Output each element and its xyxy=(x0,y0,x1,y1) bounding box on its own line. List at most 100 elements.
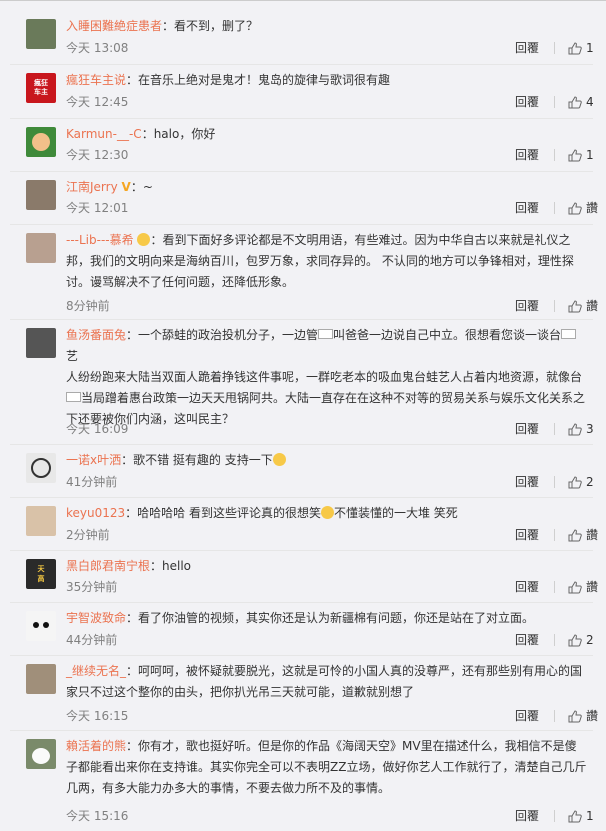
divider xyxy=(554,42,555,54)
like-button[interactable]: 1 xyxy=(568,808,594,824)
like-button[interactable]: 1 xyxy=(568,147,594,163)
smile-emoji-icon xyxy=(320,506,334,519)
car-owner-logo-icon[interactable]: 瘋狂 车主 xyxy=(26,73,56,103)
comment-item: keyu0123：哈哈哈哈 看到这些评论真的很想笑 不懂装懂的一大堆 笑死 2分钟… xyxy=(10,497,598,551)
reply-button[interactable]: 回覆 xyxy=(515,579,539,595)
username-link[interactable]: _继续无名_ xyxy=(66,664,126,678)
like-count: 讚 xyxy=(586,299,599,313)
reply-button[interactable]: 回覆 xyxy=(515,474,539,490)
thumbs-up-icon xyxy=(568,422,582,435)
username-link[interactable]: 入睡困難絶症患者 xyxy=(66,19,162,33)
emoji-icon xyxy=(137,233,151,246)
comment-time: 2分钟前 xyxy=(66,528,110,542)
like-button[interactable]: 讚 xyxy=(568,200,598,216)
comment-time: 8分钟前 xyxy=(66,299,110,313)
like-count: 4 xyxy=(586,95,594,109)
comment-time: 35分钟前 xyxy=(66,580,118,594)
person-photo-icon[interactable] xyxy=(26,328,56,358)
divider xyxy=(554,634,555,646)
thumbs-up-icon xyxy=(568,201,582,214)
reply-button[interactable]: 回覆 xyxy=(515,40,539,56)
reply-button[interactable]: 回覆 xyxy=(515,94,539,110)
reply-button[interactable]: 回覆 xyxy=(515,298,539,314)
comment-body-line: 讨。谩骂解决不了任何问题，还降低形象。 xyxy=(66,275,295,289)
like-button[interactable]: 3 xyxy=(568,421,594,437)
comment-body-line: ：你有才，歌也挺好听。但是你的作品《海阔天空》MV里在描述什么，我相信不是傻 xyxy=(126,739,577,753)
comment-item: Karmun-__-C：halo，你好 今天 12:30 回覆 1 xyxy=(10,118,594,172)
comment-body-line: 家只不过这个整你的由头，把你扒光吊三天就可能，道歉就别想了 xyxy=(66,685,415,699)
like-count: 2 xyxy=(586,633,594,647)
divider xyxy=(554,810,555,822)
thumbs-up-icon xyxy=(568,709,582,722)
comment-time: 今天 12:01 xyxy=(66,201,129,215)
comment-body-line: 子都能看出来你在支持谁。其实你完全可以不表明ZZ立场，做好你艺人工作就行了，清楚… xyxy=(66,760,587,774)
like-button[interactable]: 1 xyxy=(568,40,594,56)
reply-button[interactable]: 回覆 xyxy=(515,527,539,543)
logo-avatar-icon[interactable]: 天高 xyxy=(26,559,56,589)
comment-item: 一诺x叶洒：歌不错 挺有趣的 支持一下 41分钟前 回覆 2 xyxy=(10,444,594,498)
like-button[interactable]: 2 xyxy=(568,474,594,490)
like-button[interactable]: 讚 xyxy=(568,298,598,314)
panda-avatar-icon[interactable] xyxy=(26,739,56,769)
comment-item: 宇智波致命：看了你油管的视频，其实你还是认为新疆棉有问题，你还是站在了对立面。 … xyxy=(10,602,594,656)
username-link[interactable]: 江南Jerry xyxy=(66,180,118,194)
person-photo-icon[interactable] xyxy=(26,664,56,694)
comment-body-line: ：一个舔蛙的政治投机分子，一边管 xyxy=(126,328,319,342)
comment-text: ---Lib---慕希 ：看到下面好多评论都是不文明用语，有些难过。因为中华自古… xyxy=(66,230,588,293)
username-link[interactable]: 瘋狂车主说 xyxy=(66,73,126,87)
comment-time: 44分钟前 xyxy=(66,633,118,647)
comment-body: ：halo，你好 xyxy=(141,127,216,141)
username-link[interactable]: Karmun-__-C xyxy=(66,127,142,141)
username-link[interactable]: 鱼汤番面兔 xyxy=(66,328,126,342)
username-link[interactable]: 賴活着的熊 xyxy=(66,739,126,753)
comment-item: 江南Jerry V：~ 今天 12:01 回覆 讚 xyxy=(10,171,598,225)
comment-body: 不懂装懂的一大堆 笑死 xyxy=(333,506,458,520)
reply-button[interactable]: 回覆 xyxy=(515,632,539,648)
comment-item: 鱼汤番面兔：一个舔蛙的政治投机分子，一边管 叫爸爸一边说自己中立。很想看您谈一谈台… xyxy=(10,319,594,445)
verified-badge-icon: V xyxy=(121,180,131,194)
person-photo-icon[interactable] xyxy=(26,19,56,49)
username-link[interactable]: keyu0123 xyxy=(66,506,125,520)
flag-icon xyxy=(561,329,577,339)
comment-body: ：在音乐上绝对是鬼才！鬼岛的旋律与歌词很有趣 xyxy=(126,73,391,87)
username-link[interactable]: 宇智波致命 xyxy=(66,611,126,625)
comment-text: 賴活着的熊：你有才，歌也挺好听。但是你的作品《海阔天空》MV里在描述什么，我相信… xyxy=(66,736,588,799)
comment-body: ：哈哈哈哈 看到这些评论真的很想笑 xyxy=(125,506,321,520)
comment-text: 入睡困難絶症患者：看不到，删了？ xyxy=(66,16,588,37)
reply-button[interactable]: 回覆 xyxy=(515,708,539,724)
like-button[interactable]: 4 xyxy=(568,94,594,110)
divider xyxy=(554,149,555,161)
reply-button[interactable]: 回覆 xyxy=(515,421,539,437)
like-button[interactable]: 2 xyxy=(568,632,594,648)
top-divider xyxy=(0,0,606,1)
person-photo-icon[interactable] xyxy=(26,233,56,263)
username-link[interactable]: ---Lib---慕希 xyxy=(66,233,134,247)
divider xyxy=(554,476,555,488)
comment-body: ：~ xyxy=(130,180,153,194)
comment-item: 瘋狂 车主 瘋狂车主说：在音乐上绝对是鬼才！鬼岛的旋律与歌词很有趣 今天 12:4… xyxy=(10,64,594,119)
reply-button[interactable]: 回覆 xyxy=(515,808,539,824)
reply-button[interactable]: 回覆 xyxy=(515,147,539,163)
cartoon-avatar-icon[interactable] xyxy=(26,506,56,536)
comment-text: Karmun-__-C：halo，你好 xyxy=(66,124,588,145)
cartoon-avatar-icon[interactable] xyxy=(26,127,56,157)
like-button[interactable]: 讚 xyxy=(568,579,598,595)
comment-time: 今天 13:08 xyxy=(66,41,129,55)
cartoon-avatar-icon[interactable] xyxy=(26,453,56,483)
like-count: 讚 xyxy=(586,201,599,215)
username-link[interactable]: 黑白郎君南宁根 xyxy=(66,559,150,573)
comment-body: ：hello xyxy=(150,559,192,573)
flag-icon xyxy=(318,329,334,339)
thumbs-up-icon xyxy=(568,809,582,822)
username-link[interactable]: 一诺x叶洒 xyxy=(66,453,121,467)
person-photo-icon[interactable] xyxy=(26,180,56,210)
like-count: 讚 xyxy=(586,528,599,542)
like-button[interactable]: 讚 xyxy=(568,527,598,543)
panda-avatar-icon[interactable] xyxy=(26,611,56,641)
grin-emoji-icon xyxy=(272,453,286,466)
comment-time: 今天 12:45 xyxy=(66,95,129,109)
comment-body-line: ：呵呵呵，被怀疑就要脱光，这就是可怜的小国人真的没尊严，还有那些别有用心的国 xyxy=(126,664,583,678)
like-button[interactable]: 讚 xyxy=(568,708,598,724)
comment-time: 今天 15:16 xyxy=(66,809,129,823)
reply-button[interactable]: 回覆 xyxy=(515,200,539,216)
